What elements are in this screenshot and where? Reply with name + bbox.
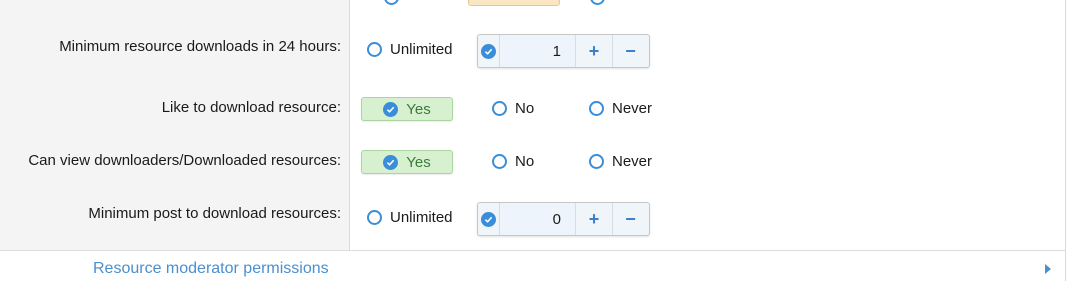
increment-button[interactable]: + (576, 203, 612, 235)
unlimited-label: Unlimited (390, 209, 453, 226)
option-label: Yes (406, 153, 431, 171)
increment-button[interactable]: + (576, 35, 612, 67)
decrement-button[interactable]: − (612, 203, 648, 235)
selected-choice-pill[interactable] (468, 0, 560, 6)
caret-right-icon[interactable] (1045, 264, 1051, 274)
check-circle-icon (383, 154, 399, 170)
row-label-min-posts: Minimum post to download resources: (88, 205, 341, 222)
min-downloads-stepper[interactable]: 1 + − (477, 34, 650, 68)
decrement-button[interactable]: − (612, 35, 648, 67)
unlimited-label: Unlimited (390, 41, 453, 58)
check-circle-icon (481, 211, 496, 227)
stepper-enable-toggle[interactable] (478, 35, 500, 67)
option-no-view-downloaders[interactable]: No (492, 153, 534, 170)
option-yes-view-downloaders[interactable]: Yes (361, 150, 453, 174)
stepper-value[interactable]: 0 (500, 203, 576, 235)
radio-circle-icon (589, 154, 604, 169)
check-circle-icon (481, 43, 496, 59)
radio-circle-icon (492, 154, 507, 169)
option-label: Never (612, 100, 653, 117)
min-posts-stepper[interactable]: 0 + − (477, 202, 650, 236)
unlimited-radio-min-posts[interactable]: Unlimited (367, 209, 453, 226)
row-label-min-downloads: Minimum resource downloads in 24 hours: (59, 38, 341, 55)
option-label: Yes (406, 100, 431, 118)
option-never-like-download[interactable]: Never (589, 100, 652, 117)
section-divider (0, 250, 1066, 251)
radio-circle-icon (367, 210, 382, 225)
option-no-like-download[interactable]: No (492, 100, 534, 117)
unlimited-radio-min-downloads[interactable]: Unlimited (367, 41, 453, 58)
radio-circle-icon[interactable] (590, 0, 605, 5)
option-yes-like-download[interactable]: Yes (361, 97, 453, 121)
option-never-view-downloaders[interactable]: Never (589, 153, 652, 170)
option-label: Never (612, 153, 653, 170)
stepper-enable-toggle[interactable] (478, 203, 500, 235)
check-circle-icon (383, 101, 399, 117)
option-label: No (515, 153, 535, 170)
option-label: No (515, 100, 535, 117)
radio-circle-icon (492, 101, 507, 116)
radio-circle-icon[interactable] (384, 0, 399, 5)
row-label-like-download: Like to download resource: (161, 99, 341, 116)
row-label-view-downloaders: Can view downloaders/Downloaded resource… (28, 152, 341, 169)
radio-circle-icon (367, 42, 382, 57)
section-header-resource-moderator-permissions[interactable]: Resource moderator permissions (93, 260, 329, 278)
radio-circle-icon (589, 101, 604, 116)
stepper-value[interactable]: 1 (500, 35, 576, 67)
